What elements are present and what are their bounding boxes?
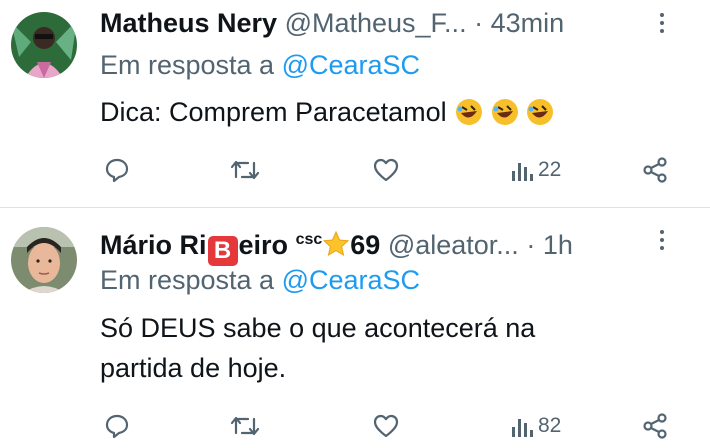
author-name[interactable]: Matheus Nery [100, 8, 277, 38]
share-button[interactable] [642, 406, 668, 446]
share-icon [643, 157, 667, 183]
reply-prefix: Em resposta a [100, 50, 275, 80]
retweet-icon [230, 416, 260, 436]
more-icon[interactable] [660, 230, 666, 256]
views-icon [512, 163, 533, 181]
separator-dot: · [474, 8, 484, 38]
tweet-text: Só DEUS sabe o que acontecerá na partida… [100, 308, 660, 388]
views-button[interactable]: 82 [510, 406, 561, 446]
like-button[interactable] [372, 150, 400, 190]
views-icon [512, 419, 533, 437]
views-count: 22 [538, 158, 562, 181]
tweet-text: Dica: Comprem Paracetamol [100, 92, 554, 132]
author-name-part: eiro [238, 230, 289, 260]
tweet-actions: 82 [100, 406, 680, 446]
separator-dot: · [526, 230, 536, 260]
tweet-header: Matheus Nery @Matheus_F... · 43min [100, 5, 690, 41]
rolling-laughing-emoji-icon [527, 99, 554, 125]
rolling-laughing-emoji-icon [491, 99, 518, 125]
more-icon[interactable] [660, 13, 666, 39]
reply-button[interactable] [104, 150, 130, 190]
timestamp[interactable]: 1h [543, 230, 573, 260]
reply-prefix: Em resposta a [100, 265, 275, 295]
star-icon [323, 230, 350, 257]
tweet-header: Mário Ri Beiro csc 69 @aleator... · 1h [100, 222, 690, 266]
share-button[interactable] [642, 150, 668, 190]
b-badge-icon: B [207, 236, 238, 266]
reply-button[interactable] [104, 406, 130, 446]
rolling-laughing-emoji-icon [456, 99, 483, 125]
tweet-actions: 22 [100, 150, 680, 190]
tweet-text-line: partida de hoje. [100, 353, 287, 383]
tweet-text-line: Só DEUS sabe o que acontecerá na [100, 313, 536, 343]
author-name-part: Mário Ri [100, 230, 207, 260]
tweet[interactable]: Mário Ri Beiro csc 69 @aleator... · 1h Em … [0, 208, 710, 448]
reply-icon [105, 414, 129, 439]
views-count: 82 [538, 414, 562, 437]
retweet-button[interactable] [230, 406, 260, 446]
reply-context: Em resposta a @CearaSC [100, 48, 420, 82]
reply-mention-link[interactable]: @CearaSC [282, 50, 420, 80]
retweet-button[interactable] [230, 150, 260, 190]
reply-mention-link[interactable]: @CearaSC [282, 265, 420, 295]
views-button[interactable]: 22 [510, 150, 561, 190]
author-name-part: 69 [350, 230, 381, 260]
like-icon [373, 414, 399, 438]
tweet[interactable]: Matheus Nery @Matheus_F... · 43min Em re… [0, 0, 710, 207]
reply-context: Em resposta a @CearaSC [100, 263, 420, 297]
tweet-text-content: Dica: Comprem Paracetamol [100, 97, 447, 127]
timestamp[interactable]: 43min [491, 8, 565, 38]
emoji-group [454, 97, 554, 127]
like-icon [373, 158, 399, 182]
author-name[interactable]: Mário Ri Beiro csc 69 [100, 230, 381, 266]
like-button[interactable] [372, 406, 400, 446]
reply-icon [105, 158, 129, 183]
author-name-superscript: csc [295, 231, 323, 248]
avatar[interactable] [11, 12, 77, 78]
retweet-icon [230, 160, 260, 180]
author-handle[interactable]: @aleator... [388, 230, 519, 260]
avatar[interactable] [11, 227, 77, 293]
author-handle[interactable]: @Matheus_F... [285, 8, 467, 38]
share-icon [643, 413, 667, 439]
